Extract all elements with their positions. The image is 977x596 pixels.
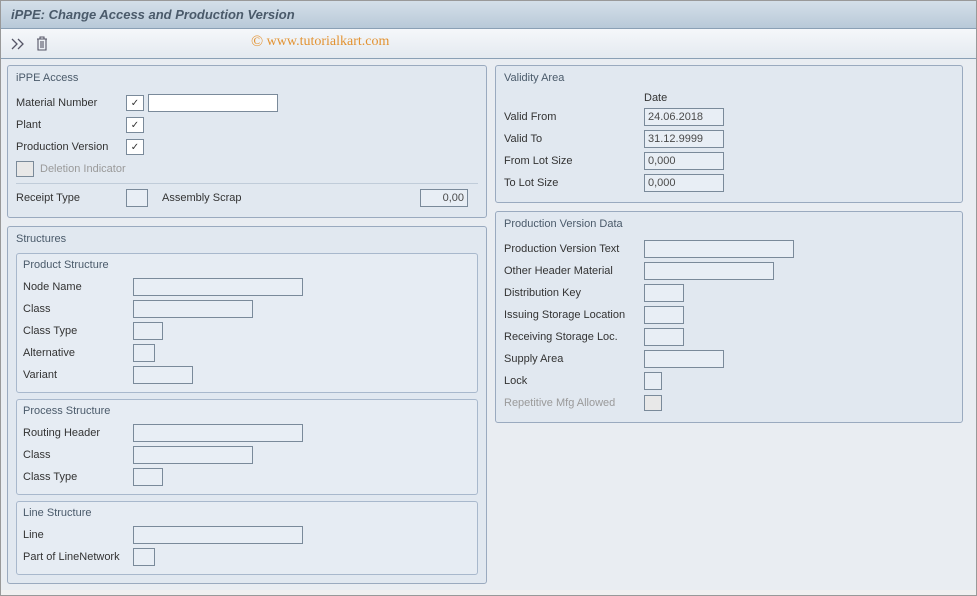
toolbar: © www.tutorialkart.com <box>1 29 976 59</box>
receipt-type-input[interactable] <box>126 189 148 207</box>
from-lot-label: From Lot Size <box>504 155 644 167</box>
variant-label: Variant <box>23 369 133 381</box>
supply-label: Supply Area <box>504 353 644 365</box>
to-lot-input[interactable] <box>644 174 724 192</box>
ps-class-label: Class <box>23 303 133 315</box>
proc-classtype-label: Class Type <box>23 471 133 483</box>
subgroup-process-structure: Process Structure Routing Header Class C… <box>16 399 478 495</box>
distkey-label: Distribution Key <box>504 287 644 299</box>
production-version-required-icon: ✓ <box>126 139 144 155</box>
ps-classtype-label: Class Type <box>23 325 133 337</box>
ps-classtype-input[interactable] <box>133 322 163 340</box>
repmfg-label: Repetitive Mfg Allowed <box>504 397 644 409</box>
group-title-validity: Validity Area <box>504 70 954 86</box>
lock-label: Lock <box>504 375 644 387</box>
group-validity-area: Validity Area Date Valid From Valid To F… <box>495 65 963 203</box>
routing-header-label: Routing Header <box>23 427 133 439</box>
distkey-input[interactable] <box>644 284 684 302</box>
group-title-structures: Structures <box>16 231 478 247</box>
group-structures: Structures Product Structure Node Name C… <box>7 226 487 584</box>
process-structure-title: Process Structure <box>23 404 471 418</box>
delete-icon[interactable] <box>33 35 51 53</box>
assembly-scrap-label: Assembly Scrap <box>162 192 241 204</box>
recloc-input[interactable] <box>644 328 684 346</box>
production-version-label: Production Version <box>16 141 126 153</box>
toggle-icon[interactable] <box>9 35 27 53</box>
valid-to-label: Valid To <box>504 133 644 145</box>
node-name-label: Node Name <box>23 281 133 293</box>
alternative-label: Alternative <box>23 347 133 359</box>
supply-input[interactable] <box>644 350 724 368</box>
proc-class-label: Class <box>23 449 133 461</box>
ohm-label: Other Header Material <box>504 265 644 277</box>
valid-from-input[interactable] <box>644 108 724 126</box>
group-ippe-access: iPPE Access Material Number ✓ Plant ✓ Pr… <box>7 65 487 218</box>
material-number-required-icon: ✓ <box>126 95 144 111</box>
line-input[interactable] <box>133 526 303 544</box>
pvtext-label: Production Version Text <box>504 243 644 255</box>
valid-from-label: Valid From <box>504 111 644 123</box>
issloc-label: Issuing Storage Location <box>504 309 644 321</box>
window-title: iPPE: Change Access and Production Versi… <box>1 1 976 29</box>
plant-required-icon: ✓ <box>126 117 144 133</box>
subgroup-line-structure: Line Structure Line Part of LineNetwork <box>16 501 478 575</box>
pvtext-input[interactable] <box>644 240 794 258</box>
deletion-indicator-label: Deletion Indicator <box>40 163 126 175</box>
line-structure-title: Line Structure <box>23 506 471 520</box>
group-production-version-data: Production Version Data Production Versi… <box>495 211 963 423</box>
receipt-type-label: Receipt Type <box>16 192 126 204</box>
plant-label: Plant <box>16 119 126 131</box>
proc-classtype-input[interactable] <box>133 468 163 486</box>
group-title-access: iPPE Access <box>16 70 478 86</box>
ps-class-input[interactable] <box>133 300 253 318</box>
routing-header-input[interactable] <box>133 424 303 442</box>
line-label: Line <box>23 529 133 541</box>
watermark: © www.tutorialkart.com <box>251 33 389 51</box>
variant-input[interactable] <box>133 366 193 384</box>
content-area: iPPE Access Material Number ✓ Plant ✓ Pr… <box>1 59 976 590</box>
alternative-input[interactable] <box>133 344 155 362</box>
issloc-input[interactable] <box>644 306 684 324</box>
ohm-input[interactable] <box>644 262 774 280</box>
repmfg-checkbox <box>644 395 662 411</box>
material-number-input[interactable] <box>148 94 278 112</box>
product-structure-title: Product Structure <box>23 258 471 272</box>
from-lot-input[interactable] <box>644 152 724 170</box>
part-linenetwork-label: Part of LineNetwork <box>23 551 133 563</box>
valid-to-input[interactable] <box>644 130 724 148</box>
proc-class-input[interactable] <box>133 446 253 464</box>
date-column-header: Date <box>644 92 954 104</box>
subgroup-product-structure: Product Structure Node Name Class Class … <box>16 253 478 393</box>
assembly-scrap-input[interactable] <box>420 189 468 207</box>
material-number-label: Material Number <box>16 97 126 109</box>
part-linenetwork-input[interactable] <box>133 548 155 566</box>
lock-input[interactable] <box>644 372 662 390</box>
node-name-input[interactable] <box>133 278 303 296</box>
group-title-pvdata: Production Version Data <box>504 216 954 232</box>
deletion-indicator-checkbox <box>16 161 34 177</box>
to-lot-label: To Lot Size <box>504 177 644 189</box>
recloc-label: Receiving Storage Loc. <box>504 331 644 343</box>
